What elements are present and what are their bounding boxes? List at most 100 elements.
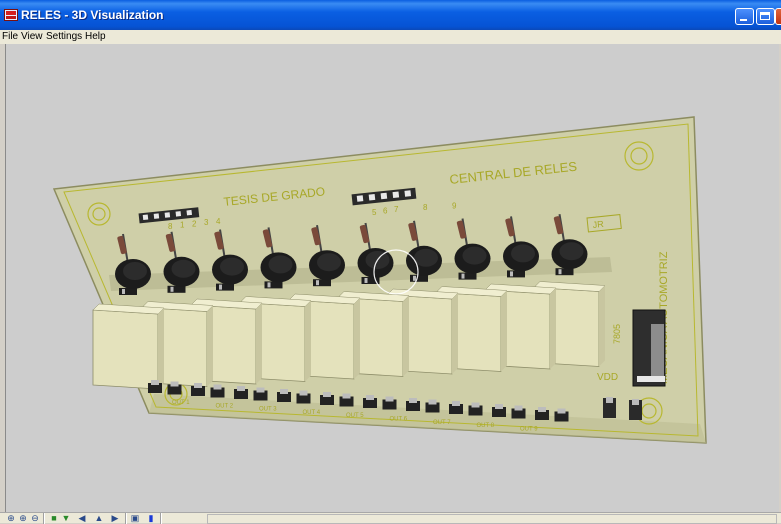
- relay-side: [256, 303, 262, 384]
- header-pin: [392, 191, 400, 199]
- menu-help[interactable]: Help: [85, 31, 106, 42]
- header-pin-label: 8: [168, 222, 173, 231]
- header-pin-label: 9: [452, 202, 457, 211]
- jumper-label: JR: [592, 219, 604, 230]
- terminal-screw: [256, 387, 265, 393]
- header-pin-label: 8: [423, 203, 428, 212]
- output-label: OUT 9: [520, 426, 538, 432]
- terminal-screw: [213, 384, 222, 390]
- minimize-icon: [740, 19, 747, 21]
- app-icon: [4, 9, 18, 21]
- terminal-screw: [471, 402, 480, 408]
- terminal-screw: [299, 390, 308, 396]
- 3d-viewport[interactable]: TESIS DE GRADO CENTRAL DE RELES MECANICA…: [5, 44, 779, 514]
- diode-band: [267, 282, 271, 288]
- window-title: RELES - 3D Visualization: [21, 8, 164, 22]
- header-pin: [153, 213, 160, 219]
- header-pin-label: 5: [372, 208, 377, 217]
- header-pin: [164, 212, 171, 218]
- header-pin-label: 1: [180, 221, 185, 230]
- diode-band: [461, 273, 465, 279]
- diode-band: [364, 278, 368, 283]
- header-pin: [368, 193, 376, 201]
- minimize-button[interactable]: [735, 8, 754, 25]
- terminal-screw: [428, 399, 437, 405]
- relay-side: [158, 308, 164, 389]
- transistor-top: [220, 257, 244, 276]
- terminal-screw: [151, 380, 159, 385]
- diode-band: [558, 269, 562, 275]
- output-label: OUT 4: [303, 410, 321, 416]
- title-bar: RELES - 3D Visualization: [0, 0, 781, 30]
- menu-file[interactable]: File: [2, 31, 18, 42]
- relay: [92, 309, 159, 390]
- terminal-screw: [557, 408, 566, 414]
- relay-side: [207, 305, 213, 387]
- diode-band: [122, 289, 125, 294]
- relay-side: [550, 288, 556, 369]
- diode: [216, 283, 234, 291]
- toolbar-separator: [160, 513, 162, 524]
- relay-side: [403, 295, 409, 377]
- terminal-screw: [452, 401, 460, 406]
- menu-bar: File View Settings Help: [0, 30, 781, 44]
- diode: [313, 279, 331, 287]
- transistor-top: [317, 253, 341, 272]
- diode: [119, 288, 137, 295]
- output-label: OUT 7: [433, 420, 451, 426]
- output-label: OUT 3: [259, 407, 277, 413]
- output-label: OUT 8: [477, 423, 495, 429]
- transistor-top: [171, 259, 196, 278]
- terminal-screw: [366, 395, 374, 400]
- terminal-screw: [194, 383, 202, 388]
- header-pin-label: 2: [192, 219, 197, 228]
- relay-side: [354, 298, 360, 379]
- terminal-screw: [514, 405, 523, 411]
- close-button[interactable]: [775, 8, 781, 25]
- header-pin-label: 3: [204, 218, 209, 227]
- toolbar-separator: [43, 513, 45, 524]
- menu-view[interactable]: View: [21, 31, 43, 42]
- output-label: OUT 1: [172, 400, 190, 406]
- menu-settings[interactable]: Settings: [46, 31, 82, 42]
- transistor-top: [511, 244, 535, 263]
- diode-band: [510, 271, 513, 277]
- diode-band: [170, 286, 174, 292]
- relay-side: [501, 290, 507, 372]
- voltage-regulator: [632, 309, 666, 387]
- diode-band: [219, 284, 222, 290]
- maximize-icon: [760, 12, 770, 20]
- header-pin-label: 4: [216, 217, 221, 226]
- relay-side: [452, 293, 458, 374]
- transistor-top: [268, 255, 293, 274]
- terminal-screw: [342, 393, 351, 399]
- terminal-screw: [385, 396, 394, 402]
- vdd-label: VDD: [597, 372, 618, 383]
- header-pin: [186, 209, 192, 216]
- header-pin-label: 7: [394, 205, 399, 214]
- terminal-screw: [280, 389, 288, 394]
- diode: [507, 270, 525, 278]
- pcb-3d-view: TESIS DE GRADO CENTRAL DE RELES MECANICA…: [52, 116, 707, 444]
- diode: [264, 281, 283, 289]
- terminal-screw: [409, 398, 417, 403]
- output-label: OUT 6: [390, 417, 408, 423]
- header-pin: [175, 211, 182, 217]
- header-pin: [142, 214, 149, 221]
- relay-side: [305, 300, 311, 382]
- terminal-screw: [323, 392, 331, 397]
- output-label: OUT 5: [346, 413, 364, 419]
- diode: [458, 272, 477, 280]
- relay-side: [599, 285, 605, 367]
- header-pin-label: 6: [383, 206, 388, 215]
- transistor-top: [123, 262, 147, 280]
- transistor-top: [559, 242, 584, 261]
- terminal-screw: [237, 386, 245, 391]
- bottom-toolbar: ⊕ ⊕ ⊖ ■ ▼ ◀ ▲ ▶ ▣ ▮: [0, 512, 781, 524]
- terminal-screw: [170, 381, 179, 387]
- output-label: OUT 2: [216, 403, 234, 409]
- toolbar-separator: [125, 513, 127, 524]
- transistor-top: [414, 248, 438, 267]
- maximize-button[interactable]: [756, 8, 775, 25]
- terminal-screw: [495, 404, 503, 409]
